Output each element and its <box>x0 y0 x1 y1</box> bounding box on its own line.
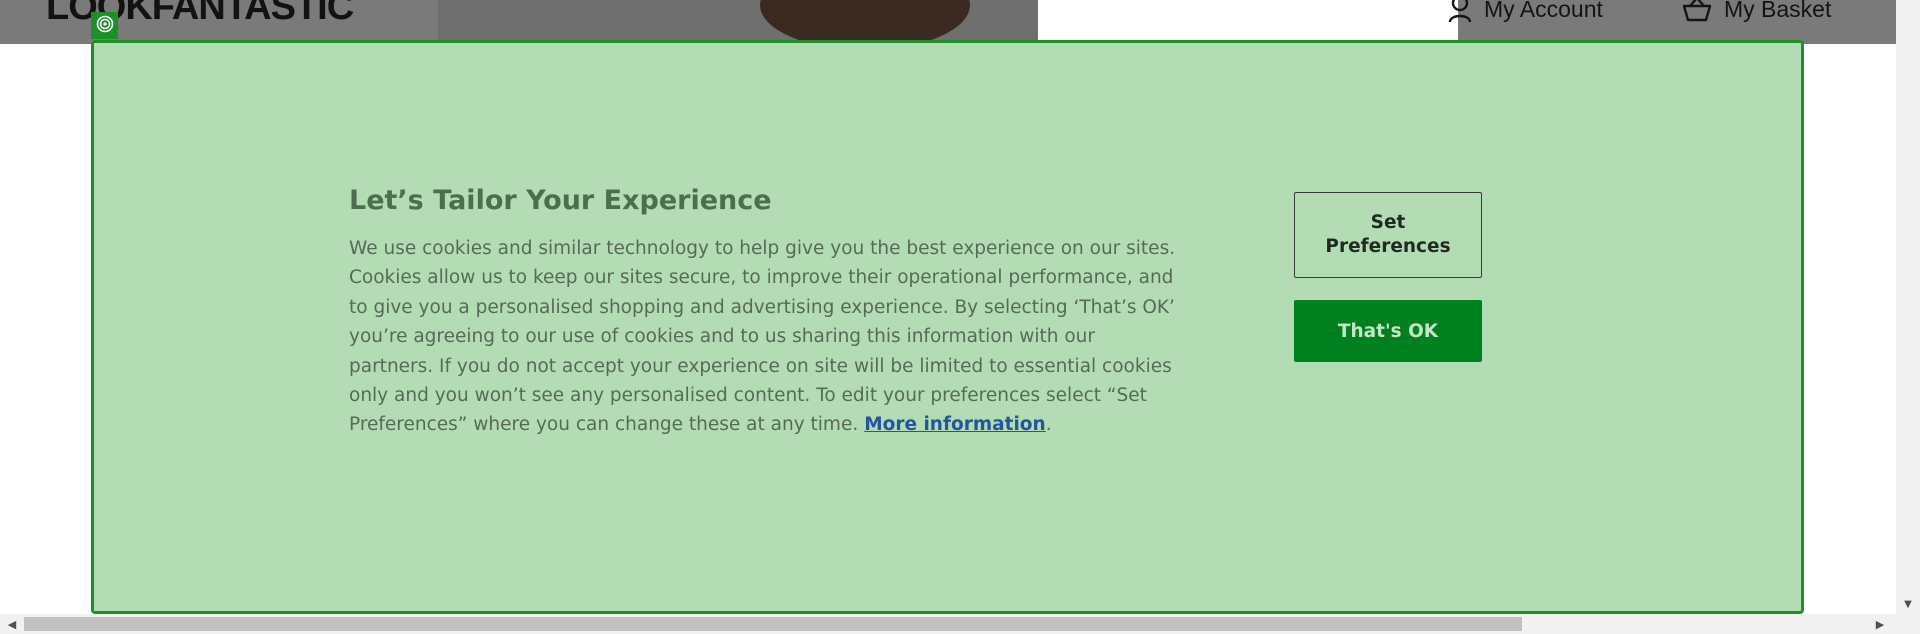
my-account-link[interactable]: My Account <box>1448 0 1603 24</box>
hero-panel <box>1038 0 1458 44</box>
user-icon <box>1448 0 1472 23</box>
vertical-scrollbar[interactable]: ▼ <box>1896 0 1920 614</box>
my-basket-label: My Basket <box>1724 0 1832 22</box>
consent-title: Let’s Tailor Your Experience <box>349 185 772 216</box>
target-icon <box>96 15 114 37</box>
scroll-left-arrow[interactable]: ◀ <box>2 614 22 634</box>
site-header: LOOKFANTASTIC My Account My Basket <box>0 0 1896 50</box>
scroll-down-arrow[interactable]: ▼ <box>1896 594 1920 614</box>
scroll-right-arrow[interactable]: ▶ <box>1870 614 1890 634</box>
horizontal-scrollbar-thumb[interactable] <box>24 617 1522 631</box>
thats-ok-button[interactable]: That's OK <box>1294 300 1482 362</box>
more-information-suffix: . <box>1045 414 1052 436</box>
consent-badge <box>91 12 118 39</box>
cookie-consent-banner: Let’s Tailor Your Experience We use cook… <box>91 40 1804 614</box>
basket-icon <box>1682 0 1712 22</box>
more-information-link[interactable]: More information <box>864 414 1045 435</box>
my-basket-link[interactable]: My Basket <box>1682 0 1831 24</box>
horizontal-scrollbar[interactable]: ◀ ▶ <box>0 614 1920 634</box>
consent-text-block: Let’s Tailor Your Experience We use cook… <box>349 185 1179 440</box>
consent-description: We use cookies and similar technology to… <box>349 234 1179 440</box>
set-preferences-button[interactable]: Set Preferences <box>1294 192 1482 278</box>
consent-body-text: We use cookies and similar technology to… <box>349 238 1176 436</box>
my-account-label: My Account <box>1484 0 1603 22</box>
